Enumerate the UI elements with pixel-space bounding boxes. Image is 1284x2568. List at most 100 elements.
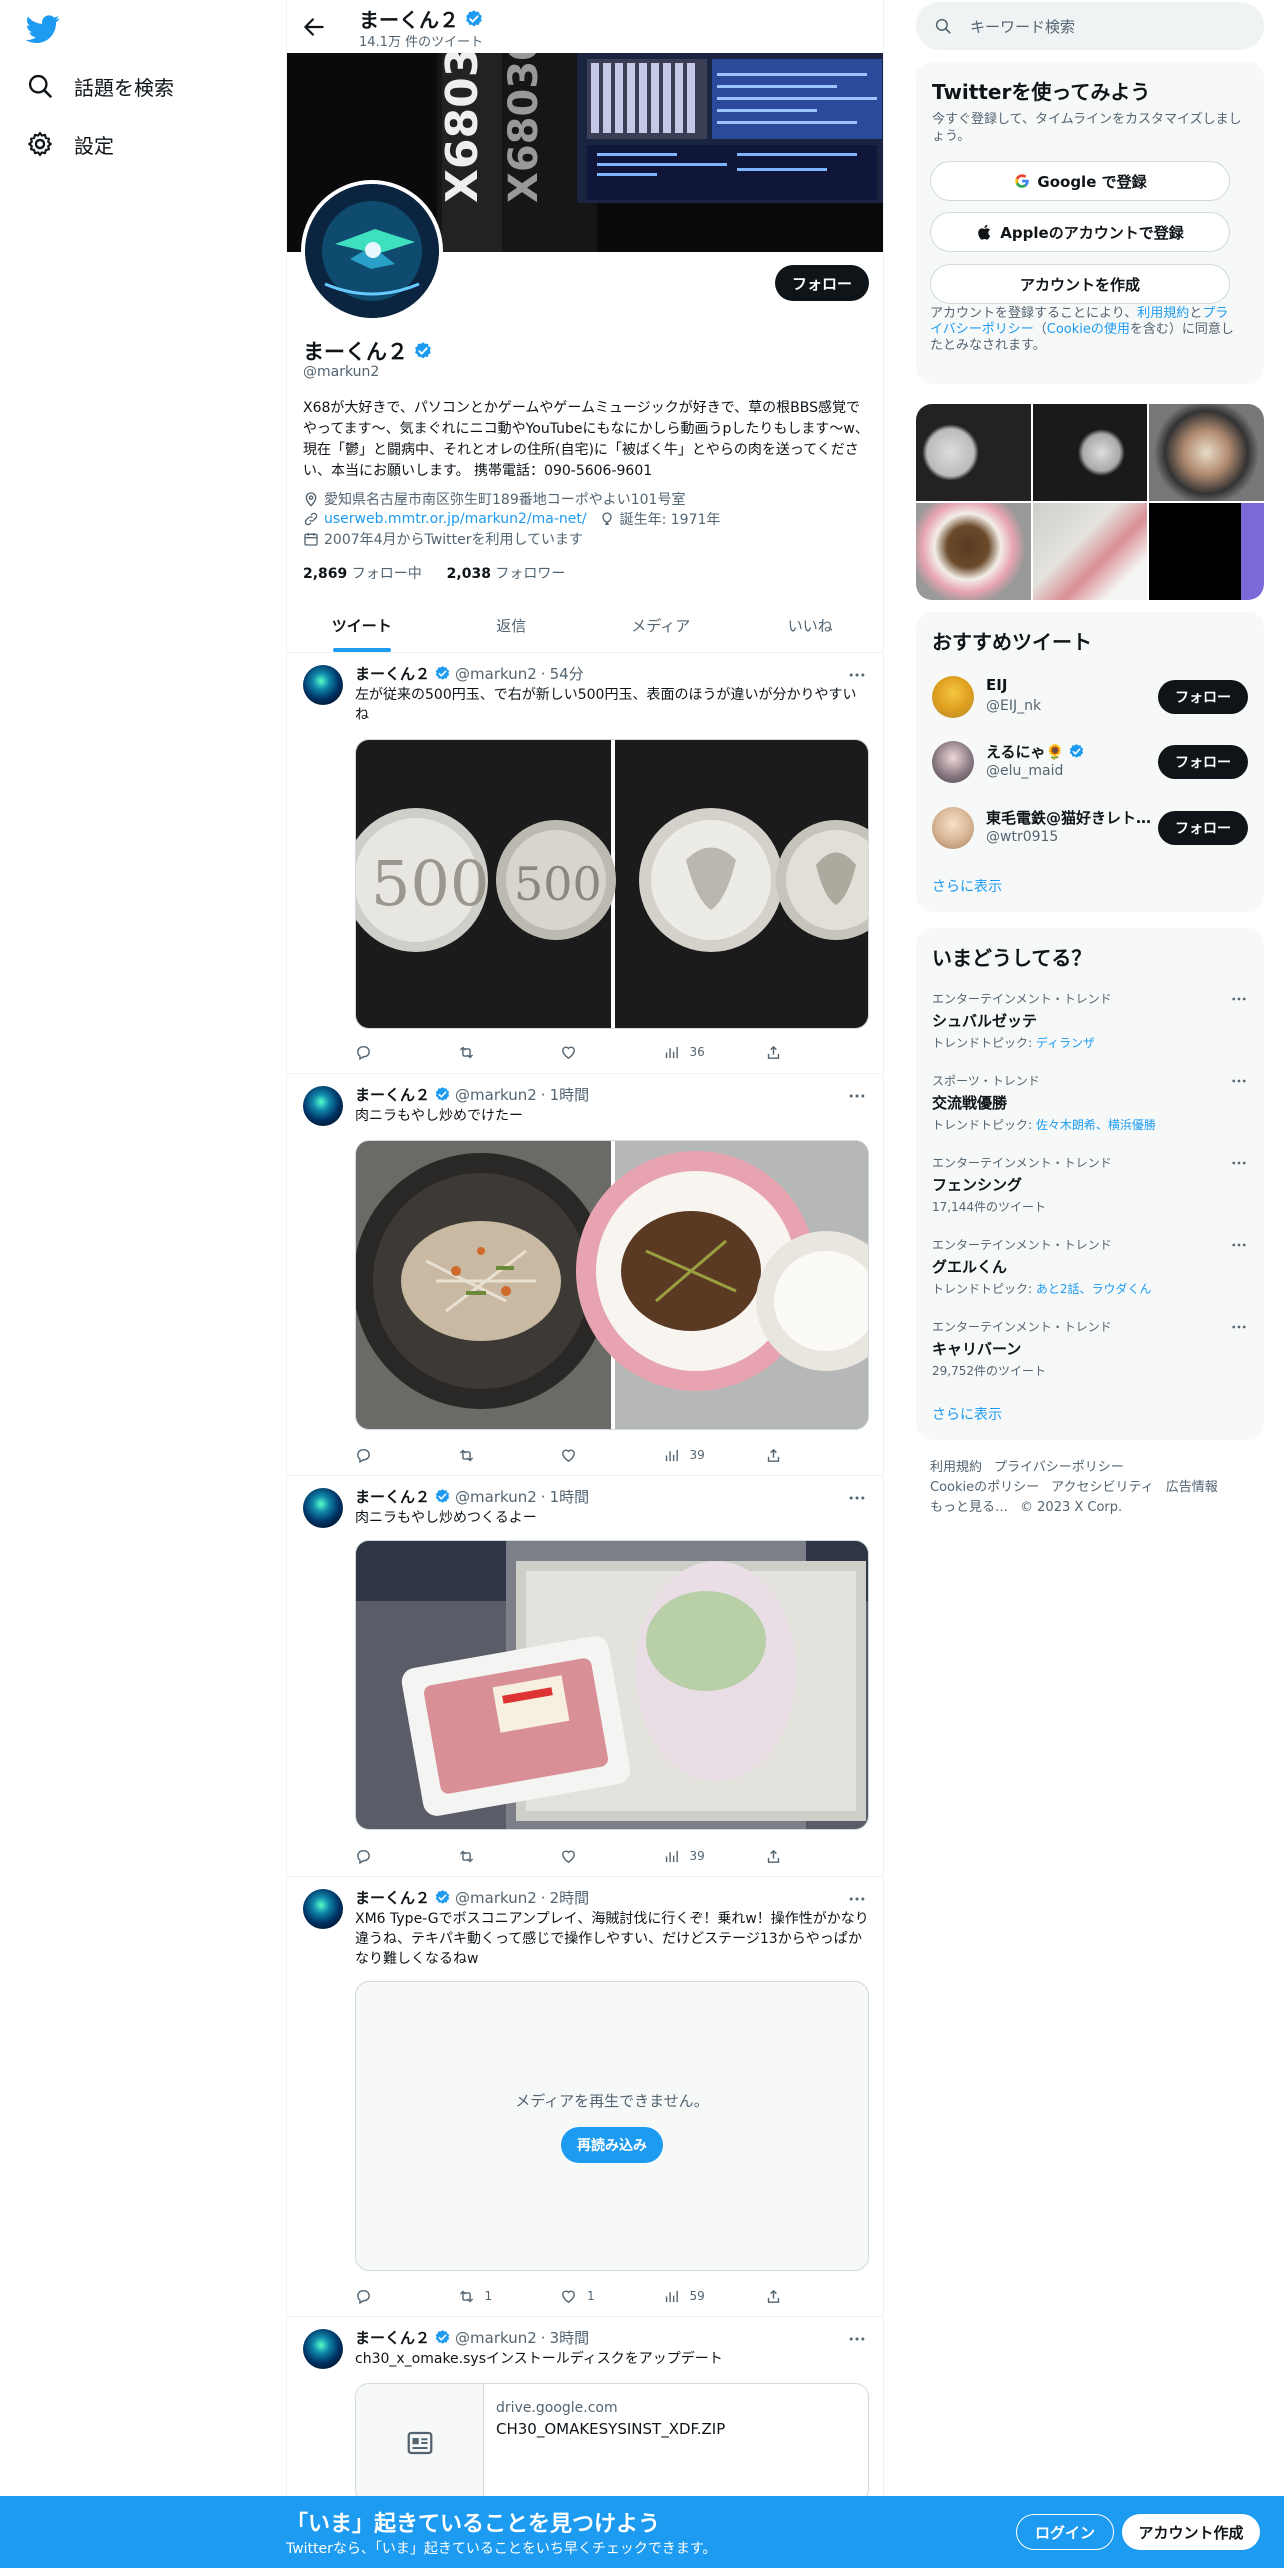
- like-button[interactable]: [560, 1846, 640, 1866]
- trend-topic-links[interactable]: ディランザ: [1036, 1036, 1095, 1050]
- more-options-icon[interactable]: [1230, 1318, 1248, 1336]
- tweet-author-name[interactable]: まーくん２: [355, 663, 430, 684]
- recommended-user[interactable]: 東毛電鉄@猫好きレト… @wtr0915 フォロー: [932, 805, 1248, 855]
- twitter-logo-icon[interactable]: [26, 12, 60, 46]
- tweet[interactable]: まーくん２ @markun2 · 54分 左が従来の500円玉、で右が新しい50…: [287, 653, 883, 1074]
- tweet-time[interactable]: 1時間: [550, 1084, 590, 1105]
- footer-more[interactable]: もっと見る…: [930, 1500, 1008, 1515]
- like-button[interactable]: [560, 1445, 640, 1465]
- tweet-author-name[interactable]: まーくん２: [355, 2327, 430, 2348]
- share-button[interactable]: [765, 1042, 785, 1062]
- trend-item[interactable]: エンターテインメント・トレンド フェンシング 17,144件のツイート: [932, 1154, 1248, 1215]
- recommended-avatar[interactable]: [932, 807, 974, 849]
- more-options-icon[interactable]: [847, 1488, 867, 1508]
- tweet[interactable]: まーくん２ @markun2 · 1時間 肉ニラもやし炒めでけたー 39: [287, 1074, 883, 1476]
- tab-media[interactable]: メディア: [586, 600, 736, 652]
- media-thumb[interactable]: [1032, 503, 1148, 600]
- search-box[interactable]: キーワード検索: [916, 2, 1264, 50]
- tweet-handle[interactable]: @markun2: [455, 2329, 537, 2347]
- media-thumb[interactable]: [1149, 404, 1264, 501]
- more-options-icon[interactable]: [847, 665, 867, 685]
- share-button[interactable]: [765, 1846, 785, 1866]
- link-card[interactable]: drive.google.com CH30_OMAKESYSINST_XDF.Z…: [355, 2383, 869, 2503]
- retweet-button[interactable]: [458, 1846, 538, 1866]
- more-options-icon[interactable]: [1230, 1154, 1248, 1172]
- footer-accessibility[interactable]: アクセシビリティ: [1051, 1480, 1154, 1495]
- tweet-handle[interactable]: @markun2: [455, 1488, 537, 1506]
- like-button[interactable]: [560, 1042, 640, 1062]
- trends-show-more[interactable]: さらに表示: [932, 1404, 1002, 1424]
- tweet-author-name[interactable]: まーくん２: [355, 1486, 430, 1507]
- tweet-handle[interactable]: @markun2: [455, 665, 537, 683]
- media-thumb[interactable]: [916, 404, 1031, 501]
- tweet-media[interactable]: 500 500: [355, 739, 869, 1029]
- recommended-follow-button[interactable]: フォロー: [1158, 680, 1248, 714]
- cookie-link[interactable]: Cookieの使用: [1047, 322, 1130, 337]
- recommended-follow-button[interactable]: フォロー: [1158, 745, 1248, 779]
- apple-signup-button[interactable]: Appleのアカウントで登録: [930, 212, 1230, 252]
- recommended-user[interactable]: EIJ @EIJ_nk フォロー: [932, 674, 1248, 724]
- tweet-time[interactable]: 1時間: [550, 1486, 590, 1507]
- footer-privacy[interactable]: プライバシーポリシー: [994, 1460, 1124, 1475]
- like-button[interactable]: 1: [560, 2286, 640, 2306]
- tweet-avatar[interactable]: [303, 1488, 343, 1528]
- nav-explore[interactable]: 話題を検索: [26, 64, 174, 108]
- following-stat[interactable]: 2,869 フォロー中: [303, 566, 422, 582]
- reply-button[interactable]: [355, 2286, 435, 2306]
- trend-topic-links[interactable]: あと2話、ラウダくん: [1036, 1282, 1152, 1296]
- profile-avatar[interactable]: [301, 180, 443, 322]
- tweet-time[interactable]: 3時間: [550, 2327, 590, 2348]
- tweet[interactable]: まーくん２ @markun2 · 2時間 XM6 Type-Gでボスコニアンプレ…: [287, 1877, 883, 2317]
- reload-button[interactable]: 再読み込み: [561, 2126, 663, 2163]
- reply-button[interactable]: [355, 1445, 435, 1465]
- login-button[interactable]: ログイン: [1016, 2514, 1114, 2550]
- more-options-icon[interactable]: [847, 2329, 867, 2349]
- tab-likes[interactable]: いいね: [736, 600, 884, 652]
- terms-link[interactable]: 利用規約: [1137, 306, 1189, 321]
- trend-topic-links[interactable]: 佐々木朗希、横浜優勝: [1036, 1118, 1156, 1132]
- more-options-icon[interactable]: [847, 1086, 867, 1106]
- recommended-follow-button[interactable]: フォロー: [1158, 811, 1248, 845]
- views-button[interactable]: 39: [663, 1846, 743, 1866]
- views-button[interactable]: 59: [663, 2286, 743, 2306]
- signup-button[interactable]: アカウント作成: [1122, 2514, 1260, 2550]
- share-button[interactable]: [765, 2286, 785, 2306]
- more-options-icon[interactable]: [1230, 1072, 1248, 1090]
- google-signup-button[interactable]: Google で登録: [930, 161, 1230, 201]
- reply-button[interactable]: [355, 1846, 435, 1866]
- follow-button[interactable]: フォロー: [775, 265, 869, 301]
- back-arrow-icon[interactable]: [301, 14, 327, 40]
- tweet-author-name[interactable]: まーくん２: [355, 1084, 430, 1105]
- trend-item[interactable]: エンターテインメント・トレンド キャリバーン 29,752件のツイート: [932, 1318, 1248, 1379]
- create-account-button[interactable]: アカウントを作成: [930, 264, 1230, 304]
- tweet-time[interactable]: 54分: [550, 663, 584, 684]
- tweet-time[interactable]: 2時間: [550, 1887, 590, 1908]
- footer-cookie[interactable]: Cookieのポリシー: [930, 1480, 1039, 1495]
- recommended-avatar[interactable]: [932, 741, 974, 783]
- tweet-media[interactable]: [355, 1540, 869, 1830]
- media-thumb[interactable]: [1149, 503, 1264, 600]
- trend-item[interactable]: エンターテインメント・トレンド グエルくん トレンドトピック: あと2話、ラウダ…: [932, 1236, 1248, 1297]
- tab-replies[interactable]: 返信: [437, 600, 587, 652]
- tweet-avatar[interactable]: [303, 2329, 343, 2369]
- followers-stat[interactable]: 2,038 フォロワー: [447, 566, 566, 582]
- tweet-handle[interactable]: @markun2: [455, 1086, 537, 1104]
- views-button[interactable]: 39: [663, 1445, 743, 1465]
- retweet-button[interactable]: [458, 1042, 538, 1062]
- more-options-icon[interactable]: [1230, 1236, 1248, 1254]
- tweet-author-name[interactable]: まーくん２: [355, 1887, 430, 1908]
- tab-tweets[interactable]: ツイート: [287, 600, 437, 652]
- trend-item[interactable]: エンターテインメント・トレンド シュバルゼッテ トレンドトピック: ディランザ: [932, 990, 1248, 1051]
- trend-item[interactable]: スポーツ・トレンド 交流戦優勝 トレンドトピック: 佐々木朗希、横浜優勝: [932, 1072, 1248, 1133]
- footer-ads[interactable]: 広告情報: [1166, 1480, 1218, 1495]
- tweet-media[interactable]: [355, 1140, 869, 1430]
- tweet-avatar[interactable]: [303, 665, 343, 705]
- profile-url-link[interactable]: userweb.mmtr.or.jp/markun2/ma-net/: [324, 511, 587, 527]
- retweet-button[interactable]: 1: [458, 2286, 538, 2306]
- recommended-show-more[interactable]: さらに表示: [932, 876, 1002, 896]
- reply-button[interactable]: [355, 1042, 435, 1062]
- tweet-avatar[interactable]: [303, 1889, 343, 1929]
- retweet-button[interactable]: [458, 1445, 538, 1465]
- recommended-user[interactable]: えるにゃ🌻 @elu_maid フォロー: [932, 739, 1248, 789]
- footer-terms[interactable]: 利用規約: [930, 1460, 982, 1475]
